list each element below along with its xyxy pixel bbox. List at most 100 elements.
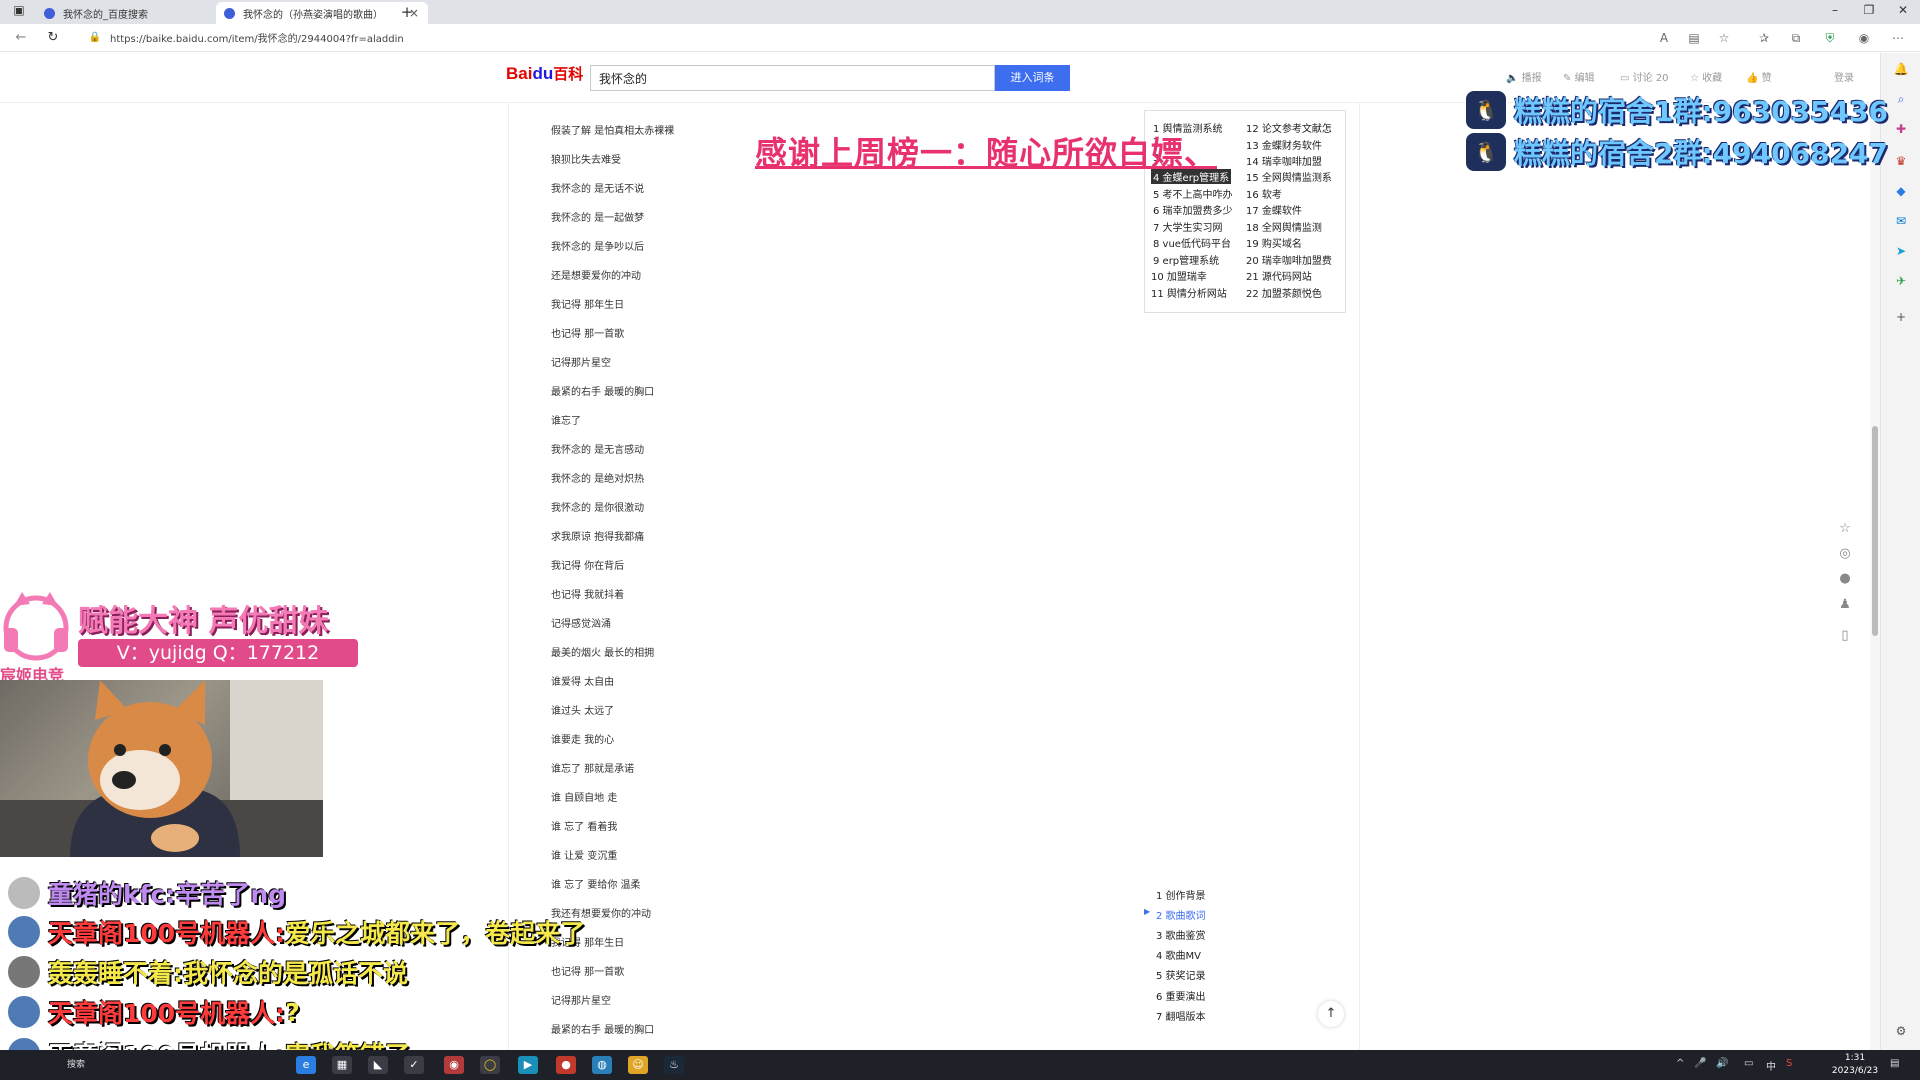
lyric-line: 谁过头 太远了 bbox=[551, 706, 615, 717]
games-icon[interactable]: ♛ bbox=[1893, 153, 1909, 169]
lock-icon[interactable]: 🔒 bbox=[86, 29, 104, 47]
promo-contact: V：yujidg Q：177212 bbox=[78, 639, 358, 667]
hot-list-item[interactable]: 6 瑞幸加盟费多少 bbox=[1153, 202, 1233, 217]
tab-actions-icon[interactable]: ▣ bbox=[4, 3, 34, 17]
app-taskbar-icon[interactable]: ◣ bbox=[368, 1056, 388, 1074]
baike-logo[interactable]: Baidu百科 bbox=[506, 63, 583, 84]
refresh-icon[interactable]: ↻ bbox=[44, 29, 62, 47]
ime-indicator[interactable]: 中 bbox=[1766, 1058, 1776, 1073]
bell-icon[interactable]: 🔔 bbox=[1893, 61, 1909, 77]
lyric-line: 我怀念的 是争吵以后 bbox=[551, 242, 645, 253]
hot-list-item[interactable]: 14 瑞幸咖啡加盟 bbox=[1246, 153, 1322, 168]
browser-tab-bar: ▣ 我怀念的_百度搜索 × 我怀念的（孙燕姿演唱的歌曲） × + – ❐ ✕ bbox=[0, 0, 1920, 24]
app-taskbar-icon[interactable]: ☺ bbox=[628, 1056, 648, 1074]
edit-button[interactable]: ✎ 编辑 bbox=[1563, 69, 1595, 84]
search-input[interactable]: 我怀念的 bbox=[590, 65, 995, 91]
hot-list-item[interactable]: 18 全网舆情监测 bbox=[1246, 219, 1322, 234]
lyric-line: 我怀念的 是无话不说 bbox=[551, 184, 645, 195]
hot-list-item[interactable]: 19 购买域名 bbox=[1246, 235, 1302, 250]
app-taskbar-icon[interactable]: ◍ bbox=[592, 1056, 612, 1074]
favorite-star-icon[interactable]: ☆ bbox=[1716, 30, 1732, 46]
toc-item[interactable]: 5 获奖记录 bbox=[1156, 967, 1206, 982]
hot-list-item[interactable]: 9 erp管理系统 bbox=[1153, 252, 1219, 267]
favorites-icon[interactable]: ✰ bbox=[1756, 30, 1772, 46]
tray-chevron-icon[interactable]: ^ bbox=[1676, 1058, 1684, 1069]
mic-icon[interactable]: 🎤 bbox=[1694, 1058, 1706, 1069]
send-icon[interactable]: ➤ bbox=[1893, 243, 1909, 259]
page-scrollbar[interactable] bbox=[1870, 103, 1880, 1050]
hot-list-item[interactable]: 7 大学生实习网 bbox=[1153, 219, 1223, 234]
favorite-share-icon[interactable]: ☆ bbox=[1836, 520, 1854, 538]
app-taskbar-icon[interactable]: ◯ bbox=[480, 1056, 500, 1074]
hot-list-item[interactable]: 10 加盟瑞幸 bbox=[1151, 268, 1207, 283]
hot-list-item[interactable]: 21 源代码网站 bbox=[1246, 268, 1312, 283]
reading-view-icon[interactable]: ▤ bbox=[1686, 30, 1702, 46]
hot-list-item[interactable]: 5 考不上高中咋办 bbox=[1153, 186, 1233, 201]
toc-item[interactable]: 1 创作背景 bbox=[1156, 887, 1206, 902]
explorer-taskbar-icon[interactable]: ▦ bbox=[332, 1056, 352, 1074]
login-link[interactable]: 登录 bbox=[1834, 69, 1854, 84]
read-aloud-icon[interactable]: A bbox=[1656, 30, 1672, 46]
qq-penguin-icon: 🐧 bbox=[1464, 89, 1508, 131]
back-to-top-button[interactable]: ↑ bbox=[1318, 1001, 1344, 1027]
search-taskbar[interactable]: 搜索 bbox=[56, 1056, 96, 1074]
toc-item[interactable]: 3 歌曲鉴赏 bbox=[1156, 927, 1206, 942]
profile-avatar[interactable]: ◉ bbox=[1856, 30, 1872, 46]
hot-list-item[interactable]: 8 vue低代码平台 bbox=[1153, 235, 1231, 250]
app-taskbar-icon[interactable]: ✓ bbox=[404, 1056, 424, 1074]
enter-entry-button[interactable]: 进入词条 bbox=[995, 65, 1070, 91]
collect-button[interactable]: ☆ 收藏 bbox=[1690, 69, 1722, 84]
tablet-icon[interactable]: ▯ bbox=[1836, 627, 1854, 645]
toc-item[interactable]: 7 翻唱版本 bbox=[1156, 1008, 1206, 1023]
new-tab-button[interactable]: + bbox=[392, 3, 422, 21]
hot-list-item[interactable]: 11 舆情分析网站 bbox=[1151, 285, 1227, 300]
hot-list-item[interactable]: 13 金蝶财务软件 bbox=[1246, 137, 1322, 152]
edge-taskbar-icon[interactable]: e bbox=[296, 1056, 316, 1074]
minimize-icon[interactable]: – bbox=[1820, 3, 1850, 17]
speaker-icon[interactable]: 🔊 bbox=[1716, 1058, 1728, 1069]
toc-item[interactable]: 6 重要演出 bbox=[1156, 988, 1206, 1003]
hot-list-item[interactable]: 15 全网舆情监测系 bbox=[1246, 169, 1332, 184]
broadcast-button[interactable]: 🔈 播报 bbox=[1506, 69, 1542, 84]
tools-icon[interactable]: ✚ bbox=[1893, 121, 1909, 137]
toc-item-active[interactable]: 2 歌曲歌词 bbox=[1156, 907, 1206, 922]
drop-icon[interactable]: ✈ bbox=[1893, 273, 1909, 289]
more-menu-icon[interactable]: ⋯ bbox=[1890, 30, 1906, 46]
input-method-icon[interactable]: S bbox=[1786, 1058, 1792, 1069]
collections-icon[interactable]: ⧉ bbox=[1788, 30, 1804, 46]
like-button[interactable]: 👍 赞 bbox=[1746, 69, 1772, 84]
office-icon[interactable]: ◆ bbox=[1893, 183, 1909, 199]
hot-list-item[interactable]: 16 软考 bbox=[1246, 186, 1282, 201]
hot-list-item[interactable]: 12 论文参考文献怎 bbox=[1246, 120, 1332, 135]
app-taskbar-icon[interactable]: ◉ bbox=[444, 1056, 464, 1074]
add-icon[interactable]: + bbox=[1893, 309, 1909, 325]
weibo-share-icon[interactable]: ◎ bbox=[1836, 545, 1854, 563]
app-taskbar-icon[interactable]: ● bbox=[556, 1056, 576, 1074]
extension-icon[interactable]: ⛨ bbox=[1822, 30, 1838, 46]
system-clock[interactable]: 1:31 2023/6/23 bbox=[1830, 1052, 1880, 1078]
steam-taskbar-icon[interactable]: ♨ bbox=[664, 1056, 684, 1074]
notification-icon[interactable]: ▤ bbox=[1890, 1058, 1899, 1069]
lyric-line: 最美的烟火 最长的相拥 bbox=[551, 648, 655, 659]
settings-gear-icon[interactable]: ⚙ bbox=[1893, 1023, 1909, 1039]
hot-list-item[interactable]: 20 瑞幸咖啡加盟费 bbox=[1246, 252, 1332, 267]
wechat-share-icon[interactable]: ● bbox=[1836, 570, 1854, 588]
hot-list-item[interactable]: 22 加盟茶颜悦色 bbox=[1246, 285, 1322, 300]
url-field[interactable]: https://baike.baidu.com/item/我怀念的/294400… bbox=[110, 30, 404, 45]
outlook-icon[interactable]: ✉ bbox=[1893, 213, 1909, 229]
discussion-button[interactable]: ▭ 讨论 20 bbox=[1620, 69, 1669, 84]
scrollbar-thumb[interactable] bbox=[1872, 426, 1878, 636]
network-icon[interactable]: ▭ bbox=[1744, 1058, 1753, 1069]
qq-share-icon[interactable]: ♟ bbox=[1836, 596, 1854, 614]
hot-list-item[interactable]: 17 金蝶软件 bbox=[1246, 202, 1302, 217]
restore-icon[interactable]: ❐ bbox=[1854, 3, 1884, 17]
back-icon[interactable]: ← bbox=[12, 29, 30, 47]
active-marker-icon: ▶ bbox=[1144, 907, 1151, 916]
close-window-icon[interactable]: ✕ bbox=[1888, 3, 1918, 17]
app-taskbar-icon[interactable]: ▶ bbox=[518, 1056, 538, 1074]
toc-item[interactable]: 4 歌曲MV bbox=[1156, 947, 1201, 962]
chat-message: 童猪的kfc: 辛苦了ng bbox=[6, 874, 286, 912]
qq-group-banner: 🐧 糕糕的宿舍2群:494068247 bbox=[1464, 131, 1888, 173]
lyric-line: 最紧的右手 最暖的胸口 bbox=[551, 1025, 655, 1036]
search-icon[interactable]: ⌕ bbox=[1893, 91, 1909, 107]
